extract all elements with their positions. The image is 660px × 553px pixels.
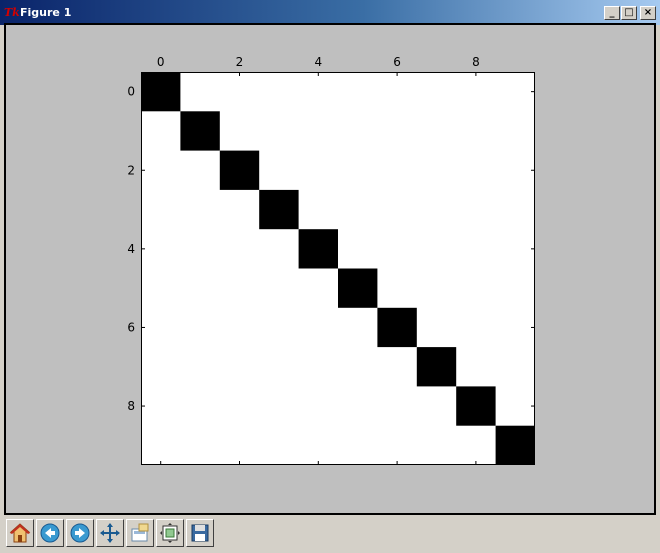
home-button[interactable] xyxy=(6,519,34,547)
back-arrow-icon xyxy=(40,523,60,543)
matrix-cell-1-1 xyxy=(180,111,220,151)
zoom-rect-icon xyxy=(131,523,149,542)
matrix-cell-8-8 xyxy=(456,386,496,426)
x-tick-label: 6 xyxy=(393,55,401,69)
x-tick-label: 2 xyxy=(236,55,244,69)
matrix-plot: 0 2 4 6 8 0 2 4 6 8 xyxy=(127,55,535,465)
forward-button[interactable] xyxy=(66,519,94,547)
matrix-cell-0-0 xyxy=(141,72,181,112)
matrix-cell-5-5 xyxy=(338,268,378,308)
x-tick-label: 4 xyxy=(314,55,322,69)
x-tick-label: 0 xyxy=(157,55,165,69)
pan-button[interactable] xyxy=(96,519,124,547)
y-tick-label: 4 xyxy=(127,242,135,256)
home-icon xyxy=(9,523,31,543)
forward-arrow-icon xyxy=(70,523,90,543)
back-button[interactable] xyxy=(36,519,64,547)
subplots-config-icon xyxy=(160,523,180,543)
close-button[interactable]: × xyxy=(640,6,656,20)
matrix-cell-7-7 xyxy=(416,347,457,387)
matrix-cell-2-2 xyxy=(219,150,260,190)
figure-window: Tk Figure 1 _ □ × 0 2 4 6 8 0 2 4 6 8 xyxy=(0,0,660,553)
tk-feather-icon: Tk xyxy=(4,6,20,19)
y-tick-label: 2 xyxy=(127,163,135,177)
x-tick-label: 8 xyxy=(472,55,480,69)
save-button[interactable] xyxy=(186,519,214,547)
title-bar[interactable]: Tk Figure 1 _ □ × xyxy=(0,0,660,25)
matrix-cell-3-3 xyxy=(259,189,299,230)
window-title: Figure 1 xyxy=(20,6,72,19)
matrix-cell-6-6 xyxy=(377,307,417,348)
zoom-button[interactable] xyxy=(126,519,154,547)
y-tick-label: 0 xyxy=(127,85,135,99)
y-tick-label: 6 xyxy=(127,320,135,334)
maximize-button[interactable]: □ xyxy=(621,6,637,20)
subplots-button[interactable] xyxy=(156,519,184,547)
pan-move-icon xyxy=(100,523,120,543)
save-disk-icon xyxy=(191,524,209,542)
matrix-cell-9-9 xyxy=(495,425,535,465)
navigation-toolbar xyxy=(0,516,660,553)
figure-canvas[interactable]: 0 2 4 6 8 0 2 4 6 8 xyxy=(7,26,653,512)
minimize-button[interactable]: _ xyxy=(604,6,620,20)
matrix-cell-4-4 xyxy=(298,229,338,269)
y-tick-label: 8 xyxy=(127,399,135,413)
